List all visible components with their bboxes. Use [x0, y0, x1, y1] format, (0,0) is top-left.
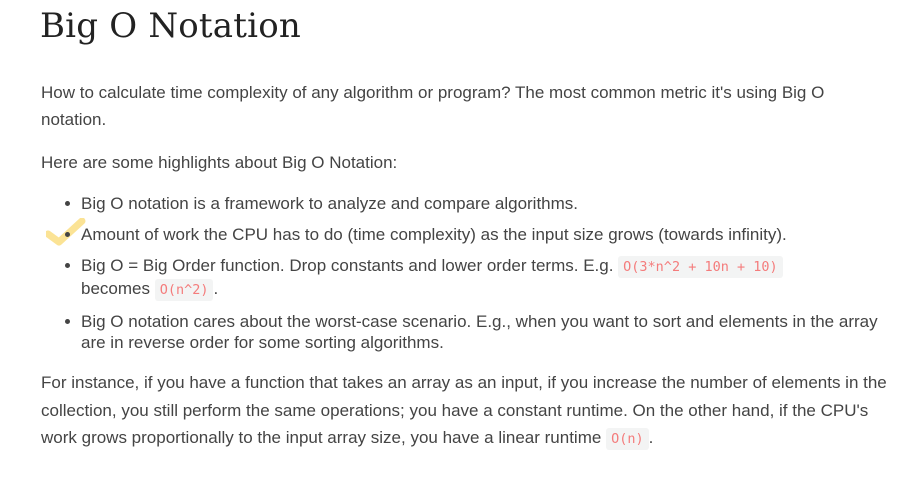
- bullet-icon: [65, 232, 70, 237]
- highlights-intro: Here are some highlights about Big O Not…: [41, 153, 398, 172]
- bullet-icon: [65, 319, 70, 324]
- highlights-list: Big O notation is a framework to analyze…: [41, 193, 891, 363]
- intro-paragraph: How to calculate time complexity of any …: [41, 83, 825, 129]
- bullet-icon: [65, 201, 70, 206]
- closing-text: For instance, if you have a function tha…: [41, 373, 887, 447]
- list-item: Amount of work the CPU has to do (time c…: [41, 224, 891, 245]
- code-inline: O(n^2): [154, 279, 214, 301]
- bullet-icon: [65, 263, 70, 268]
- list-item-text: becomes: [81, 279, 155, 298]
- list-item-text: Big O notation cares about the worst-cas…: [81, 312, 878, 352]
- closing-paragraph: For instance, if you have a function tha…: [41, 369, 891, 454]
- code-inline: O(3*n^2 + 10n + 10): [618, 256, 783, 278]
- list-item-text: Big O notation is a framework to analyze…: [81, 194, 579, 213]
- list-item-text: Amount of work the CPU has to do (time c…: [81, 225, 787, 244]
- closing-text: .: [648, 428, 654, 447]
- list-item-text: .: [213, 279, 219, 298]
- page-title: Big O Notation: [40, 6, 301, 46]
- code-inline: O(n): [606, 428, 649, 450]
- list-item: Big O notation cares about the worst-cas…: [41, 311, 891, 353]
- list-item: Big O notation is a framework to analyze…: [41, 193, 891, 214]
- list-item-text: Big O = Big Order function. Drop constan…: [81, 256, 619, 275]
- list-item: Big O = Big Order function. Drop constan…: [41, 255, 891, 301]
